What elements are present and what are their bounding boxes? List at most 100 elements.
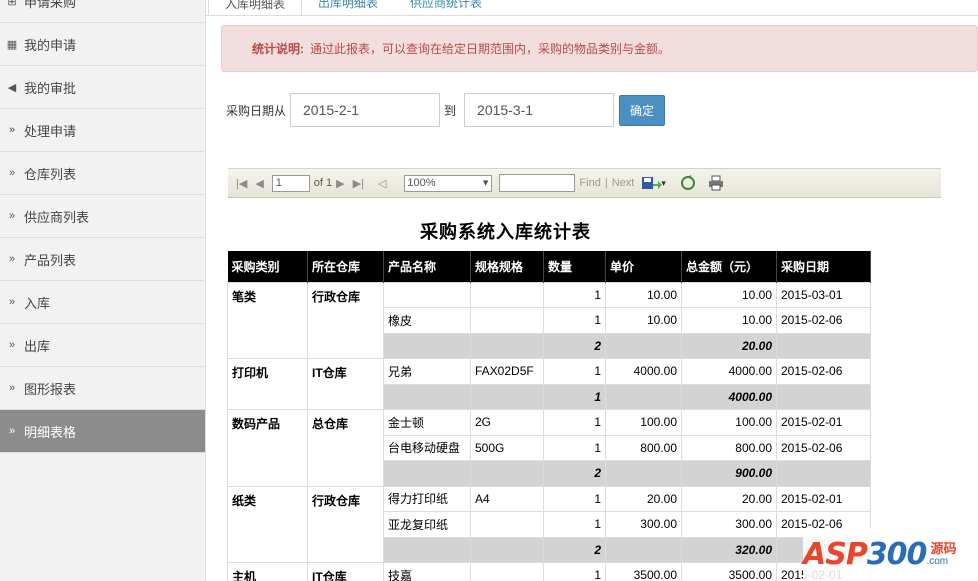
find-link[interactable]: Find: [579, 177, 600, 189]
cell-warehouse: 总仓库: [307, 409, 384, 487]
print-icon[interactable]: [708, 175, 724, 191]
cell-total: 100.00: [681, 409, 777, 436]
cell-product: 橡皮: [383, 307, 471, 334]
cell-date: 2015-02-06: [776, 434, 871, 461]
sidebar-item-label: 处理申请: [24, 123, 77, 139]
cell-warehouse: 行政仓库: [307, 485, 384, 563]
cell-empty: [470, 460, 544, 487]
cell-subtotal-qty: 2: [543, 332, 606, 359]
sidebar-item-label: 供应商列表: [24, 209, 90, 225]
cell-price: 300.00: [605, 511, 682, 538]
cell-category: 主机: [227, 562, 308, 581]
cell-date: 2015-02-06: [776, 358, 871, 385]
cell-empty: [470, 383, 544, 410]
cell-empty: [776, 332, 871, 359]
col-price: 单价: [605, 251, 682, 282]
last-page-icon[interactable]: ▶|: [353, 177, 364, 190]
submit-button[interactable]: 确定: [619, 94, 666, 126]
cell-qty: 1: [543, 511, 606, 538]
cell-warehouse: 行政仓库: [307, 281, 384, 359]
col-category: 采购类别: [227, 251, 308, 282]
sidebar-item[interactable]: ⊞ 申请采购: [0, 0, 205, 23]
cell-empty: [383, 332, 471, 359]
export-icon[interactable]: [641, 175, 663, 191]
sidebar-item-label: 我的审批: [24, 80, 77, 96]
sidebar-item[interactable]: ▦ 我的申请: [0, 23, 205, 66]
tab-inbound-detail[interactable]: 入库明细表: [208, 0, 303, 16]
sidebar-item[interactable]: » 供应商列表: [0, 195, 205, 238]
sidebar-item[interactable]: » 图形报表: [0, 367, 205, 410]
cell-product: 得力打印纸: [383, 485, 471, 512]
prev-page-icon[interactable]: ◀: [255, 177, 263, 190]
cell-subtotal-amount: 4000.00: [681, 383, 777, 410]
watermark-brand-b: 300: [866, 537, 928, 572]
double-chevron-right-icon: »: [8, 296, 16, 308]
double-chevron-right-icon: »: [8, 167, 16, 179]
cell-product: 技嘉: [383, 562, 471, 581]
page-number-input[interactable]: 1: [271, 174, 310, 192]
sidebar-item[interactable]: » 入库: [0, 281, 205, 324]
export-dropdown-icon[interactable]: ▾: [661, 178, 666, 189]
tab-outbound-detail[interactable]: 出库明细表: [302, 0, 394, 16]
report-toolbar: |◀ ◀ 1 of 1 ▶ ▶| ◁ 100% Find | Next ▾: [228, 168, 941, 198]
cell-spec: [470, 562, 544, 581]
cell-price: 10.00: [605, 307, 682, 334]
cell-spec: [470, 511, 544, 538]
sidebar-item[interactable]: » 出库: [0, 324, 205, 367]
cell-qty: 1: [543, 434, 606, 461]
col-product: 产品名称: [383, 251, 471, 282]
sidebar-item[interactable]: » 明细表格: [0, 410, 205, 453]
refresh-icon[interactable]: [680, 175, 696, 191]
sidebar-item-label: 入库: [24, 295, 51, 311]
cell-empty: [605, 332, 682, 359]
cell-spec: 500G: [470, 434, 544, 461]
sidebar-item-label: 申请采购: [24, 0, 77, 10]
double-chevron-right-icon: »: [8, 339, 16, 351]
watermark-brand-a: ASP: [803, 537, 868, 572]
sidebar-item[interactable]: » 仓库列表: [0, 152, 205, 195]
col-date: 采购日期: [776, 251, 871, 282]
sidebar-item[interactable]: ◀ 我的审批: [0, 66, 205, 109]
cell-date: 2015-02-06: [776, 307, 871, 334]
plus-square-icon: ⊞: [7, 0, 17, 8]
cell-total: 300.00: [681, 511, 777, 538]
tab-supplier-stats[interactable]: 供应商统计表: [394, 0, 498, 16]
to-date-input[interactable]: [464, 93, 615, 127]
sidebar-item[interactable]: » 处理申请: [0, 109, 205, 152]
back-icon[interactable]: ◁: [378, 177, 386, 190]
cell-category: 纸类: [227, 485, 308, 563]
find-input[interactable]: [499, 174, 576, 192]
first-page-icon[interactable]: |◀: [236, 177, 247, 190]
double-chevron-right-icon: »: [8, 382, 16, 394]
cell-category: 笔类: [227, 281, 308, 359]
from-date-input[interactable]: [290, 93, 441, 127]
cell-date: 2015-03-01: [776, 281, 871, 308]
sidebar-item[interactable]: » 产品列表: [0, 238, 205, 281]
watermark-logo: ASP300: [803, 537, 928, 572]
cell-spec: [470, 307, 544, 334]
cell-product: 金士顿: [383, 409, 471, 436]
cell-spec: [470, 281, 544, 308]
cell-total: 3500.00: [681, 562, 777, 581]
table-row: 数码产品 总仓库 金士顿 2G 1 100.00 100.00 2015-02-01: [227, 409, 871, 487]
sidebar-item-label: 图形报表: [24, 381, 77, 397]
cell-subtotal-qty: 2: [543, 536, 606, 563]
cell-total: 10.00: [681, 281, 777, 308]
zoom-select[interactable]: 100%: [404, 174, 493, 192]
cell-product: [383, 281, 471, 308]
tab-divider: [206, 15, 978, 16]
next-page-icon[interactable]: ▶: [336, 177, 344, 190]
double-chevron-right-icon: »: [8, 210, 16, 222]
cell-empty: [383, 536, 471, 563]
info-alert: 统计说明: 通过此报表，可以查询在给定日期范围内，采购的物品类别与金额。: [221, 25, 978, 72]
cell-total: 10.00: [681, 307, 777, 334]
cell-price: 4000.00: [605, 358, 682, 385]
cell-product: 亚龙复印纸: [383, 511, 471, 538]
report-table: 采购类别 所在仓库 产品名称 规格规格 数量 单价 总金额（元） 采购日期 笔类…: [227, 251, 871, 581]
next-link[interactable]: Next: [612, 177, 635, 189]
cell-total: 20.00: [681, 485, 777, 512]
cell-subtotal-amount: 320.00: [681, 536, 777, 563]
from-label: 采购日期从: [226, 103, 287, 118]
date-filter-form: 采购日期从 到 确定: [226, 93, 666, 127]
cell-spec: A4: [470, 485, 544, 512]
